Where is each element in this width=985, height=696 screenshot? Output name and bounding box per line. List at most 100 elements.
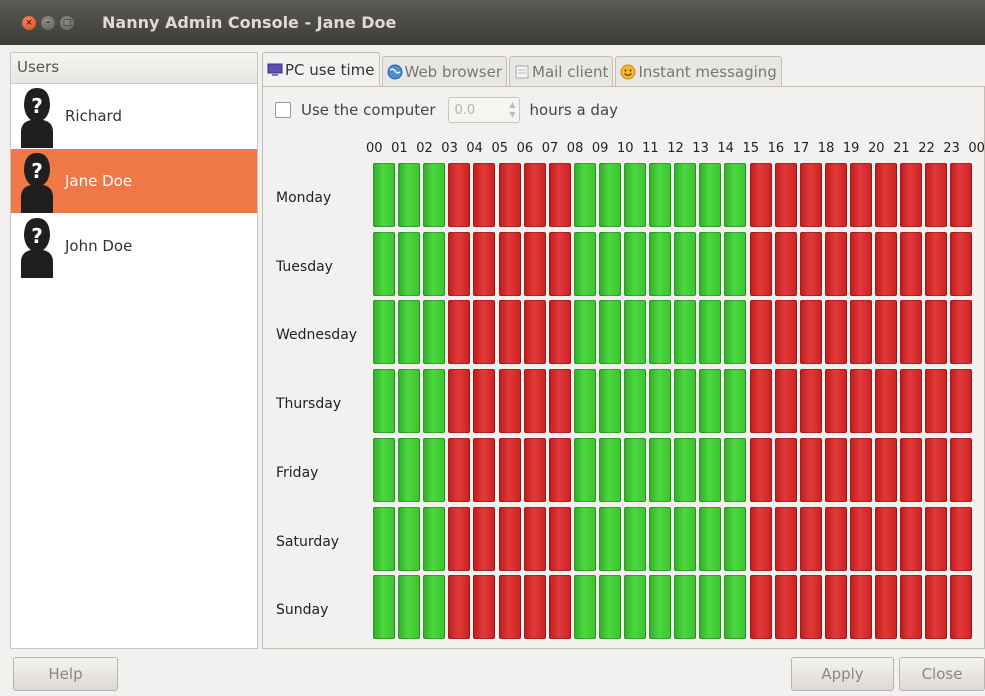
close-button[interactable]: Close: [899, 657, 985, 691]
schedule-cell[interactable]: [774, 575, 797, 640]
schedule-cell[interactable]: [749, 369, 772, 434]
users-header[interactable]: Users: [11, 53, 257, 84]
schedule-cell[interactable]: [824, 575, 847, 640]
apply-button[interactable]: Apply: [791, 657, 894, 691]
schedule-cell[interactable]: [398, 575, 421, 640]
schedule-cell[interactable]: [624, 575, 646, 640]
schedule-cell[interactable]: [624, 506, 646, 571]
schedule-cell[interactable]: [900, 369, 923, 434]
schedule-cell[interactable]: [849, 231, 872, 296]
schedule-cell[interactable]: [724, 575, 747, 640]
schedule-cell[interactable]: [523, 231, 546, 296]
schedule-cell[interactable]: [548, 300, 571, 365]
schedule-cell[interactable]: [774, 369, 797, 434]
schedule-cell[interactable]: [774, 231, 797, 296]
hours-spinbox[interactable]: 0.0 ▲ ▼: [447, 97, 520, 123]
schedule-cell[interactable]: [523, 163, 546, 227]
schedule-cell[interactable]: [674, 231, 697, 296]
schedule-cell[interactable]: [674, 163, 697, 227]
schedule-cell[interactable]: [799, 231, 822, 296]
schedule-cell[interactable]: [724, 369, 747, 434]
schedule-cell[interactable]: [398, 369, 421, 434]
schedule-cell[interactable]: [573, 231, 596, 296]
schedule-cell[interactable]: [573, 575, 596, 640]
tab-instant-messaging[interactable]: Instant messaging: [615, 56, 782, 87]
schedule-cell[interactable]: [523, 575, 546, 640]
schedule-cell[interactable]: [799, 300, 822, 365]
schedule-cell[interactable]: [548, 163, 571, 227]
schedule-cell[interactable]: [774, 506, 797, 571]
schedule-cell[interactable]: [849, 300, 872, 365]
schedule-cell[interactable]: [749, 437, 772, 502]
schedule-cell[interactable]: [749, 163, 772, 227]
schedule-cell[interactable]: [498, 300, 521, 365]
schedule-cell[interactable]: [498, 231, 521, 296]
schedule-cell[interactable]: [799, 369, 822, 434]
schedule-cell[interactable]: [950, 437, 973, 502]
schedule-cell[interactable]: [498, 163, 521, 227]
schedule-cell[interactable]: [649, 506, 672, 571]
schedule-cell[interactable]: [875, 575, 897, 640]
schedule-cell[interactable]: [774, 163, 797, 227]
schedule-cell[interactable]: [373, 163, 395, 227]
schedule-cell[interactable]: [373, 437, 395, 502]
schedule-cell[interactable]: [875, 300, 897, 365]
schedule-cell[interactable]: [423, 369, 446, 434]
schedule-cell[interactable]: [649, 163, 672, 227]
schedule-cell[interactable]: [598, 231, 621, 296]
schedule-cell[interactable]: [799, 575, 822, 640]
schedule-cell[interactable]: [624, 300, 646, 365]
use-computer-checkbox[interactable]: [275, 102, 291, 118]
schedule-cell[interactable]: [699, 163, 722, 227]
schedule-cell[interactable]: [925, 369, 948, 434]
schedule-cell[interactable]: [473, 231, 496, 296]
schedule-cell[interactable]: [423, 506, 446, 571]
window-close-icon[interactable]: ×: [22, 16, 36, 30]
schedule-cell[interactable]: [774, 437, 797, 502]
schedule-cell[interactable]: [573, 300, 596, 365]
schedule-cell[interactable]: [799, 163, 822, 227]
schedule-cell[interactable]: [423, 163, 446, 227]
schedule-cell[interactable]: [598, 506, 621, 571]
schedule-cell[interactable]: [849, 506, 872, 571]
schedule-cell[interactable]: [824, 506, 847, 571]
schedule-cell[interactable]: [900, 300, 923, 365]
schedule-cell[interactable]: [749, 506, 772, 571]
schedule-cell[interactable]: [649, 231, 672, 296]
schedule-cell[interactable]: [398, 163, 421, 227]
schedule-cell[interactable]: [448, 369, 471, 434]
schedule-cell[interactable]: [699, 369, 722, 434]
schedule-cell[interactable]: [950, 369, 973, 434]
schedule-cell[interactable]: [749, 231, 772, 296]
schedule-cell[interactable]: [598, 300, 621, 365]
schedule-cell[interactable]: [875, 369, 897, 434]
schedule-cell[interactable]: [875, 506, 897, 571]
schedule-cell[interactable]: [423, 437, 446, 502]
schedule-cell[interactable]: [573, 506, 596, 571]
schedule-cell[interactable]: [398, 437, 421, 502]
schedule-cell[interactable]: [900, 231, 923, 296]
schedule-cell[interactable]: [849, 369, 872, 434]
schedule-cell[interactable]: [674, 575, 697, 640]
schedule-cell[interactable]: [373, 575, 395, 640]
schedule-cell[interactable]: [950, 506, 973, 571]
schedule-cell[interactable]: [749, 300, 772, 365]
schedule-cell[interactable]: [548, 506, 571, 571]
schedule-cell[interactable]: [824, 231, 847, 296]
schedule-cell[interactable]: [925, 231, 948, 296]
schedule-cell[interactable]: [900, 437, 923, 502]
schedule-cell[interactable]: [498, 575, 521, 640]
help-button[interactable]: Help: [13, 657, 118, 691]
schedule-cell[interactable]: [774, 300, 797, 365]
schedule-cell[interactable]: [649, 437, 672, 502]
schedule-cell[interactable]: [624, 231, 646, 296]
schedule-cell[interactable]: [448, 231, 471, 296]
schedule-cell[interactable]: [548, 575, 571, 640]
schedule-cell[interactable]: [649, 369, 672, 434]
schedule-cell[interactable]: [950, 231, 973, 296]
schedule-cell[interactable]: [900, 163, 923, 227]
schedule-cell[interactable]: [398, 231, 421, 296]
schedule-cell[interactable]: [624, 163, 646, 227]
schedule-cell[interactable]: [423, 575, 446, 640]
user-row[interactable]: ? John Doe: [11, 214, 257, 278]
